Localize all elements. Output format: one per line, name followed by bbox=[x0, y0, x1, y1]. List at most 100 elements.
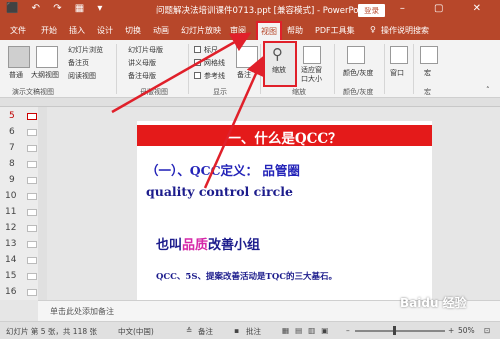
tab-transitions[interactable]: 切换 bbox=[125, 25, 141, 36]
color-group-label: 颜色/灰度 bbox=[343, 88, 374, 96]
notes-button[interactable]: 备注 bbox=[237, 70, 251, 80]
outline-view-button[interactable]: 大纲视图 bbox=[31, 70, 59, 80]
slide-alias-line[interactable]: 也叫品质改善小组 bbox=[156, 234, 260, 253]
slide-title[interactable]: 一、什么是QCC？ bbox=[137, 127, 432, 147]
zoom-level[interactable]: 50% bbox=[458, 326, 475, 335]
notes-page-button[interactable]: 备注页 bbox=[68, 58, 89, 68]
slide-thumbnail[interactable] bbox=[27, 145, 37, 152]
slide-thumbnail[interactable] bbox=[27, 241, 37, 248]
notes-toggle-icon[interactable]: ≙ bbox=[186, 326, 192, 335]
thumbnail-number[interactable]: 14 bbox=[5, 255, 16, 265]
tab-file[interactable]: 文件 bbox=[10, 25, 26, 36]
ribbon-tabs: 文件 开始 插入 设计 切换 动画 幻灯片放映 审阅 视图 帮助 PDF工具集 … bbox=[0, 20, 500, 40]
collapse-ribbon-icon[interactable]: ˄ bbox=[486, 86, 490, 94]
slide-thumbnail-pane: 5 6 7 8 9 10 11 12 13 14 15 16 bbox=[0, 107, 38, 300]
zoom-group-label: 缩放 bbox=[292, 88, 306, 96]
tab-view[interactable]: 视图 bbox=[256, 21, 282, 40]
quick-access-toolbar[interactable]: ⬛ ↶ ↷ ▦ ▾ bbox=[6, 3, 107, 14]
thumbnail-number[interactable]: 13 bbox=[5, 239, 16, 249]
thumbnail-number[interactable]: 16 bbox=[5, 287, 16, 297]
status-bar: 幻灯片 第 5 张，共 118 张 中文(中国) ≙ 备注 ▪ 批注 ▦▤▥▣ … bbox=[0, 321, 500, 339]
color-gray-icon[interactable] bbox=[347, 46, 365, 64]
slide-thumbnail[interactable] bbox=[27, 273, 37, 280]
comments-button[interactable]: 批注 bbox=[246, 326, 261, 337]
magnifier-icon: ⚲ bbox=[272, 45, 283, 63]
tab-design[interactable]: 设计 bbox=[97, 25, 113, 36]
zoom-out-icon[interactable]: – bbox=[346, 326, 350, 335]
fit-slide-icon[interactable]: ⊡ bbox=[484, 326, 490, 335]
tab-review[interactable]: 审阅 bbox=[230, 25, 246, 36]
tab-animations[interactable]: 动画 bbox=[153, 25, 169, 36]
window-controls[interactable]: ▭ – ▢ ✕ bbox=[361, 3, 494, 14]
zoom-slider[interactable] bbox=[355, 330, 445, 332]
notes-toggle-button[interactable]: 备注 bbox=[198, 326, 213, 337]
slide-thumbnail[interactable] bbox=[27, 161, 37, 168]
tab-tell-me[interactable]: 操作说明搜索 bbox=[381, 25, 429, 36]
color-gray-button[interactable]: 颜色/灰度 bbox=[343, 68, 373, 78]
definition-prefix: （一）、QCC定义： bbox=[146, 163, 259, 178]
normal-view-button[interactable]: 普通 bbox=[9, 70, 23, 80]
ribbon-separator bbox=[260, 44, 261, 94]
slide-thumbnail[interactable] bbox=[27, 193, 37, 200]
tab-pdf-tools[interactable]: PDF工具集 bbox=[315, 25, 355, 36]
thumbnail-number[interactable]: 7 bbox=[9, 143, 15, 153]
tab-insert[interactable]: 插入 bbox=[69, 25, 85, 36]
fit-window-icon[interactable] bbox=[303, 46, 321, 64]
slide-thumbnail[interactable] bbox=[27, 177, 37, 184]
thumbnail-number[interactable]: 6 bbox=[9, 127, 15, 137]
slide-canvas[interactable]: 一、什么是QCC？ （一）、QCC定义： 品管圈 quality control… bbox=[137, 121, 432, 300]
thumbnail-number[interactable]: 12 bbox=[5, 223, 16, 233]
thumbnail-number[interactable]: 10 bbox=[5, 191, 16, 201]
zoom-button[interactable]: ⚲ 缩放 bbox=[263, 41, 297, 87]
slide-definition-line[interactable]: （一）、QCC定义： 品管圈 bbox=[146, 160, 300, 179]
ribbon-separator bbox=[334, 44, 335, 94]
slide-thumbnail[interactable] bbox=[27, 289, 37, 296]
tab-home[interactable]: 开始 bbox=[41, 25, 57, 36]
normal-view-icon[interactable] bbox=[8, 46, 30, 68]
slide-thumbnail[interactable] bbox=[27, 225, 37, 232]
gridlines-checkbox[interactable]: 网格线 bbox=[194, 58, 225, 68]
slide-counter: 幻灯片 第 5 张，共 118 张 bbox=[6, 327, 98, 336]
gridlines-label: 网格线 bbox=[204, 59, 225, 67]
slide-english-term[interactable]: quality control circle bbox=[146, 184, 293, 199]
view-switch-icons[interactable]: ▦▤▥▣ bbox=[282, 326, 334, 335]
tab-slideshow[interactable]: 幻灯片放映 bbox=[181, 25, 221, 36]
outline-view-icon[interactable] bbox=[36, 46, 58, 68]
master-group-label: 母版视图 bbox=[140, 88, 168, 96]
macro-icon[interactable] bbox=[420, 46, 438, 64]
guides-label: 参考线 bbox=[204, 72, 225, 80]
thumbnail-number[interactable]: 5 bbox=[9, 111, 15, 121]
language-indicator[interactable]: 中文(中国) bbox=[118, 326, 154, 337]
alias-part-a: 也叫 bbox=[156, 238, 183, 253]
window-icon[interactable] bbox=[390, 46, 408, 64]
ruler-checkbox[interactable]: 标尺 bbox=[194, 45, 218, 55]
show-group-label: 显示 bbox=[213, 88, 227, 96]
document-title: 问题解决法培训课件0713.ppt [兼容模式] - PowerPoint bbox=[156, 6, 370, 16]
fit-window-button[interactable]: 适应窗口大小 bbox=[301, 66, 325, 84]
slide-thumbnail[interactable] bbox=[27, 129, 37, 136]
slide-thumbnail[interactable] bbox=[27, 257, 37, 264]
notes-master-button[interactable]: 备注母版 bbox=[128, 71, 156, 81]
macro-button[interactable]: 宏 bbox=[424, 68, 431, 78]
notes-icon[interactable] bbox=[236, 46, 258, 68]
guides-checkbox[interactable]: 参考线 bbox=[194, 71, 225, 81]
zoom-slider-handle[interactable] bbox=[393, 326, 396, 335]
slide-thumbnail[interactable] bbox=[27, 209, 37, 216]
slide-master-button[interactable]: 幻灯片母版 bbox=[128, 45, 163, 55]
thumbnail-number[interactable]: 9 bbox=[9, 175, 15, 185]
zoom-in-icon[interactable]: + bbox=[448, 326, 454, 335]
window-button[interactable]: 窗口 bbox=[390, 68, 404, 78]
handout-master-button[interactable]: 讲义母版 bbox=[128, 58, 156, 68]
tab-help[interactable]: 帮助 bbox=[287, 25, 303, 36]
thumbnail-number[interactable]: 8 bbox=[9, 159, 15, 169]
reading-view-button[interactable]: 阅读视图 bbox=[68, 71, 96, 81]
slide-sorter-button[interactable]: 幻灯片浏览 bbox=[68, 45, 103, 55]
ribbon-separator bbox=[116, 44, 117, 94]
title-bar: ⬛ ↶ ↷ ▦ ▾ 问题解决法培训课件0713.ppt [兼容模式] - Pow… bbox=[0, 0, 500, 20]
comments-icon[interactable]: ▪ bbox=[234, 326, 239, 335]
thumbnail-number[interactable]: 11 bbox=[5, 207, 16, 217]
slide-footnote-line[interactable]: QCC、5S、提案改善活动是TQC的三大基石。 bbox=[156, 270, 337, 282]
slide-thumbnail[interactable] bbox=[27, 113, 37, 120]
thumbnail-number[interactable]: 15 bbox=[5, 271, 16, 281]
search-icon[interactable]: ♀ bbox=[370, 25, 376, 34]
